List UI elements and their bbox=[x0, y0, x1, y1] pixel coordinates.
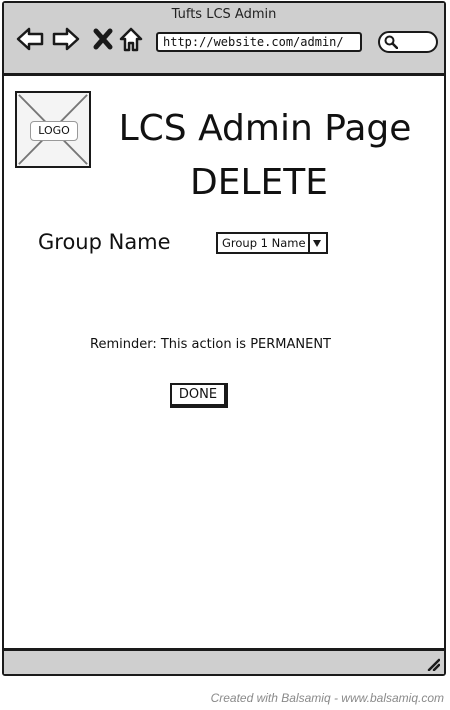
window-title: Tufts LCS Admin bbox=[171, 7, 277, 22]
group-name-select-value: Group 1 Name bbox=[222, 236, 306, 250]
done-button[interactable]: DONE bbox=[170, 383, 228, 408]
status-bar bbox=[4, 648, 444, 674]
reminder-text: Reminder: This action is PERMANENT bbox=[90, 337, 332, 352]
close-icon[interactable] bbox=[92, 25, 114, 53]
resize-grip-icon[interactable] bbox=[426, 657, 440, 671]
browser-toolbar: Tufts LCS Admin http://website.com/admin… bbox=[4, 3, 444, 76]
search-icon bbox=[384, 35, 398, 49]
logo-label: LOGO bbox=[30, 121, 78, 141]
group-name-select[interactable]: Group 1 Name bbox=[216, 232, 328, 254]
chevron-down-icon bbox=[313, 240, 321, 247]
home-icon[interactable] bbox=[118, 25, 144, 53]
group-name-label: Group Name bbox=[38, 230, 171, 254]
url-bar[interactable]: http://website.com/admin/ bbox=[156, 32, 362, 52]
dropdown-toggle[interactable] bbox=[308, 234, 326, 252]
page-subtitle: DELETE bbox=[189, 162, 328, 203]
logo-image: LOGO bbox=[15, 91, 91, 168]
back-arrow-icon[interactable] bbox=[16, 25, 44, 53]
forward-arrow-icon[interactable] bbox=[52, 25, 80, 53]
footer-credit: Created with Balsamiq - www.balsamiq.com bbox=[210, 691, 444, 705]
browser-search-box[interactable] bbox=[378, 31, 438, 53]
page-title: LCS Admin Page bbox=[118, 108, 412, 149]
